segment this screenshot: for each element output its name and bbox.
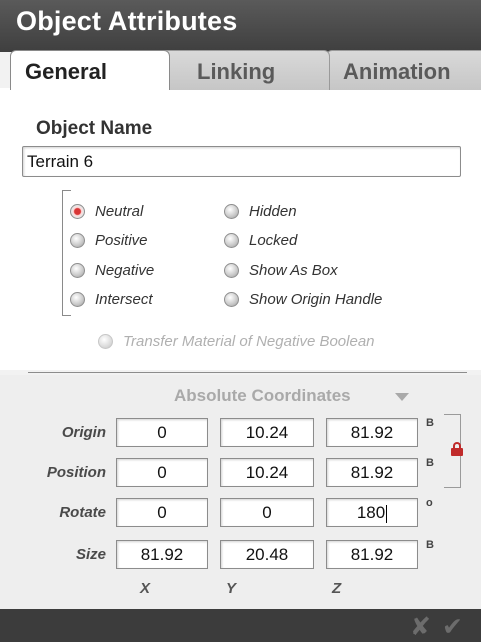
option-locked[interactable]: Locked — [224, 229, 297, 251]
option-transfer-material-label: Transfer Material of Negative Boolean — [123, 332, 375, 350]
radio-negative-label: Negative — [95, 261, 155, 279]
option-hidden-label: Hidden — [249, 202, 297, 220]
title-bar: Object Attributes — [0, 0, 481, 52]
option-icon — [98, 333, 113, 349]
option-show-origin-handle-label: Show Origin Handle — [249, 290, 383, 308]
axis-label-y: Y — [226, 580, 237, 597]
option-locked-label: Locked — [249, 231, 298, 249]
chevron-down-icon[interactable] — [395, 393, 409, 401]
radio-icon — [70, 232, 85, 248]
axis-label-z: Z — [332, 580, 342, 597]
option-icon — [224, 203, 239, 219]
position-x-field[interactable]: 0 — [116, 458, 208, 487]
size-x-field[interactable]: 81.92 — [116, 540, 208, 569]
cancel-icon[interactable]: ✘ — [410, 612, 431, 642]
row-label-size: Size — [75, 546, 106, 563]
section-divider — [28, 372, 467, 373]
position-y-field[interactable]: 10.24 — [220, 458, 314, 487]
radio-neutral[interactable]: Neutral — [70, 200, 143, 222]
option-hidden[interactable]: Hidden — [224, 200, 297, 222]
object-name-label: Object Name — [36, 118, 153, 139]
tab-animation[interactable]: Animation — [326, 50, 481, 90]
row-label-rotate: Rotate — [59, 504, 106, 521]
radio-positive[interactable]: Positive — [70, 229, 148, 251]
radio-negative[interactable]: Negative — [70, 259, 154, 281]
size-z-field[interactable]: 81.92 — [326, 540, 418, 569]
option-show-origin-handle[interactable]: Show Origin Handle — [224, 288, 382, 310]
option-show-as-box[interactable]: Show As Box — [224, 259, 338, 281]
origin-y-field[interactable]: 10.24 — [220, 418, 314, 447]
radio-neutral-label: Neutral — [95, 202, 144, 220]
option-transfer-material: Transfer Material of Negative Boolean — [98, 330, 375, 352]
footer-bar — [0, 609, 481, 642]
radio-intersect[interactable]: Intersect — [70, 288, 153, 310]
row-label-origin: Origin — [61, 424, 106, 441]
object-attributes-panel: Object Attributes Animation Linking Gene… — [0, 0, 481, 642]
radio-icon — [70, 262, 85, 278]
option-show-as-box-label: Show As Box — [249, 261, 338, 279]
option-icon — [224, 291, 239, 307]
origin-x-field[interactable]: 0 — [116, 418, 208, 447]
coordinate-mode-dropdown[interactable]: Absolute Coordinates — [174, 386, 351, 406]
rotate-unit: o — [426, 497, 433, 509]
rotate-y-field[interactable]: 0 — [220, 498, 314, 527]
rotate-x-field[interactable]: 0 — [116, 498, 208, 527]
radio-selected-icon — [70, 203, 85, 219]
origin-z-field[interactable]: 81.92 — [326, 418, 418, 447]
radio-positive-label: Positive — [95, 231, 148, 249]
position-z-field[interactable]: 81.92 — [326, 458, 418, 487]
rotate-z-value: 180 — [356, 503, 386, 522]
size-y-field[interactable]: 20.48 — [220, 540, 314, 569]
text-cursor — [386, 504, 388, 523]
option-icon — [224, 262, 239, 278]
origin-unit: B — [426, 417, 434, 429]
position-unit: B — [426, 457, 434, 469]
size-unit: B — [426, 539, 434, 551]
object-name-input[interactable] — [22, 146, 461, 177]
rotate-z-field[interactable]: 180 — [326, 498, 418, 527]
row-label-position: Position — [46, 464, 106, 481]
axis-label-x: X — [140, 580, 151, 597]
lock-icon[interactable] — [451, 442, 463, 456]
option-icon — [224, 232, 239, 248]
ok-check-icon[interactable]: ✔ — [442, 612, 463, 642]
tab-linking[interactable]: Linking — [160, 50, 330, 90]
coordinates-section — [0, 375, 481, 609]
radio-icon — [70, 291, 85, 307]
window-title: Object Attributes — [16, 6, 238, 36]
tab-general[interactable]: General — [10, 50, 170, 90]
radio-intersect-label: Intersect — [95, 290, 153, 308]
